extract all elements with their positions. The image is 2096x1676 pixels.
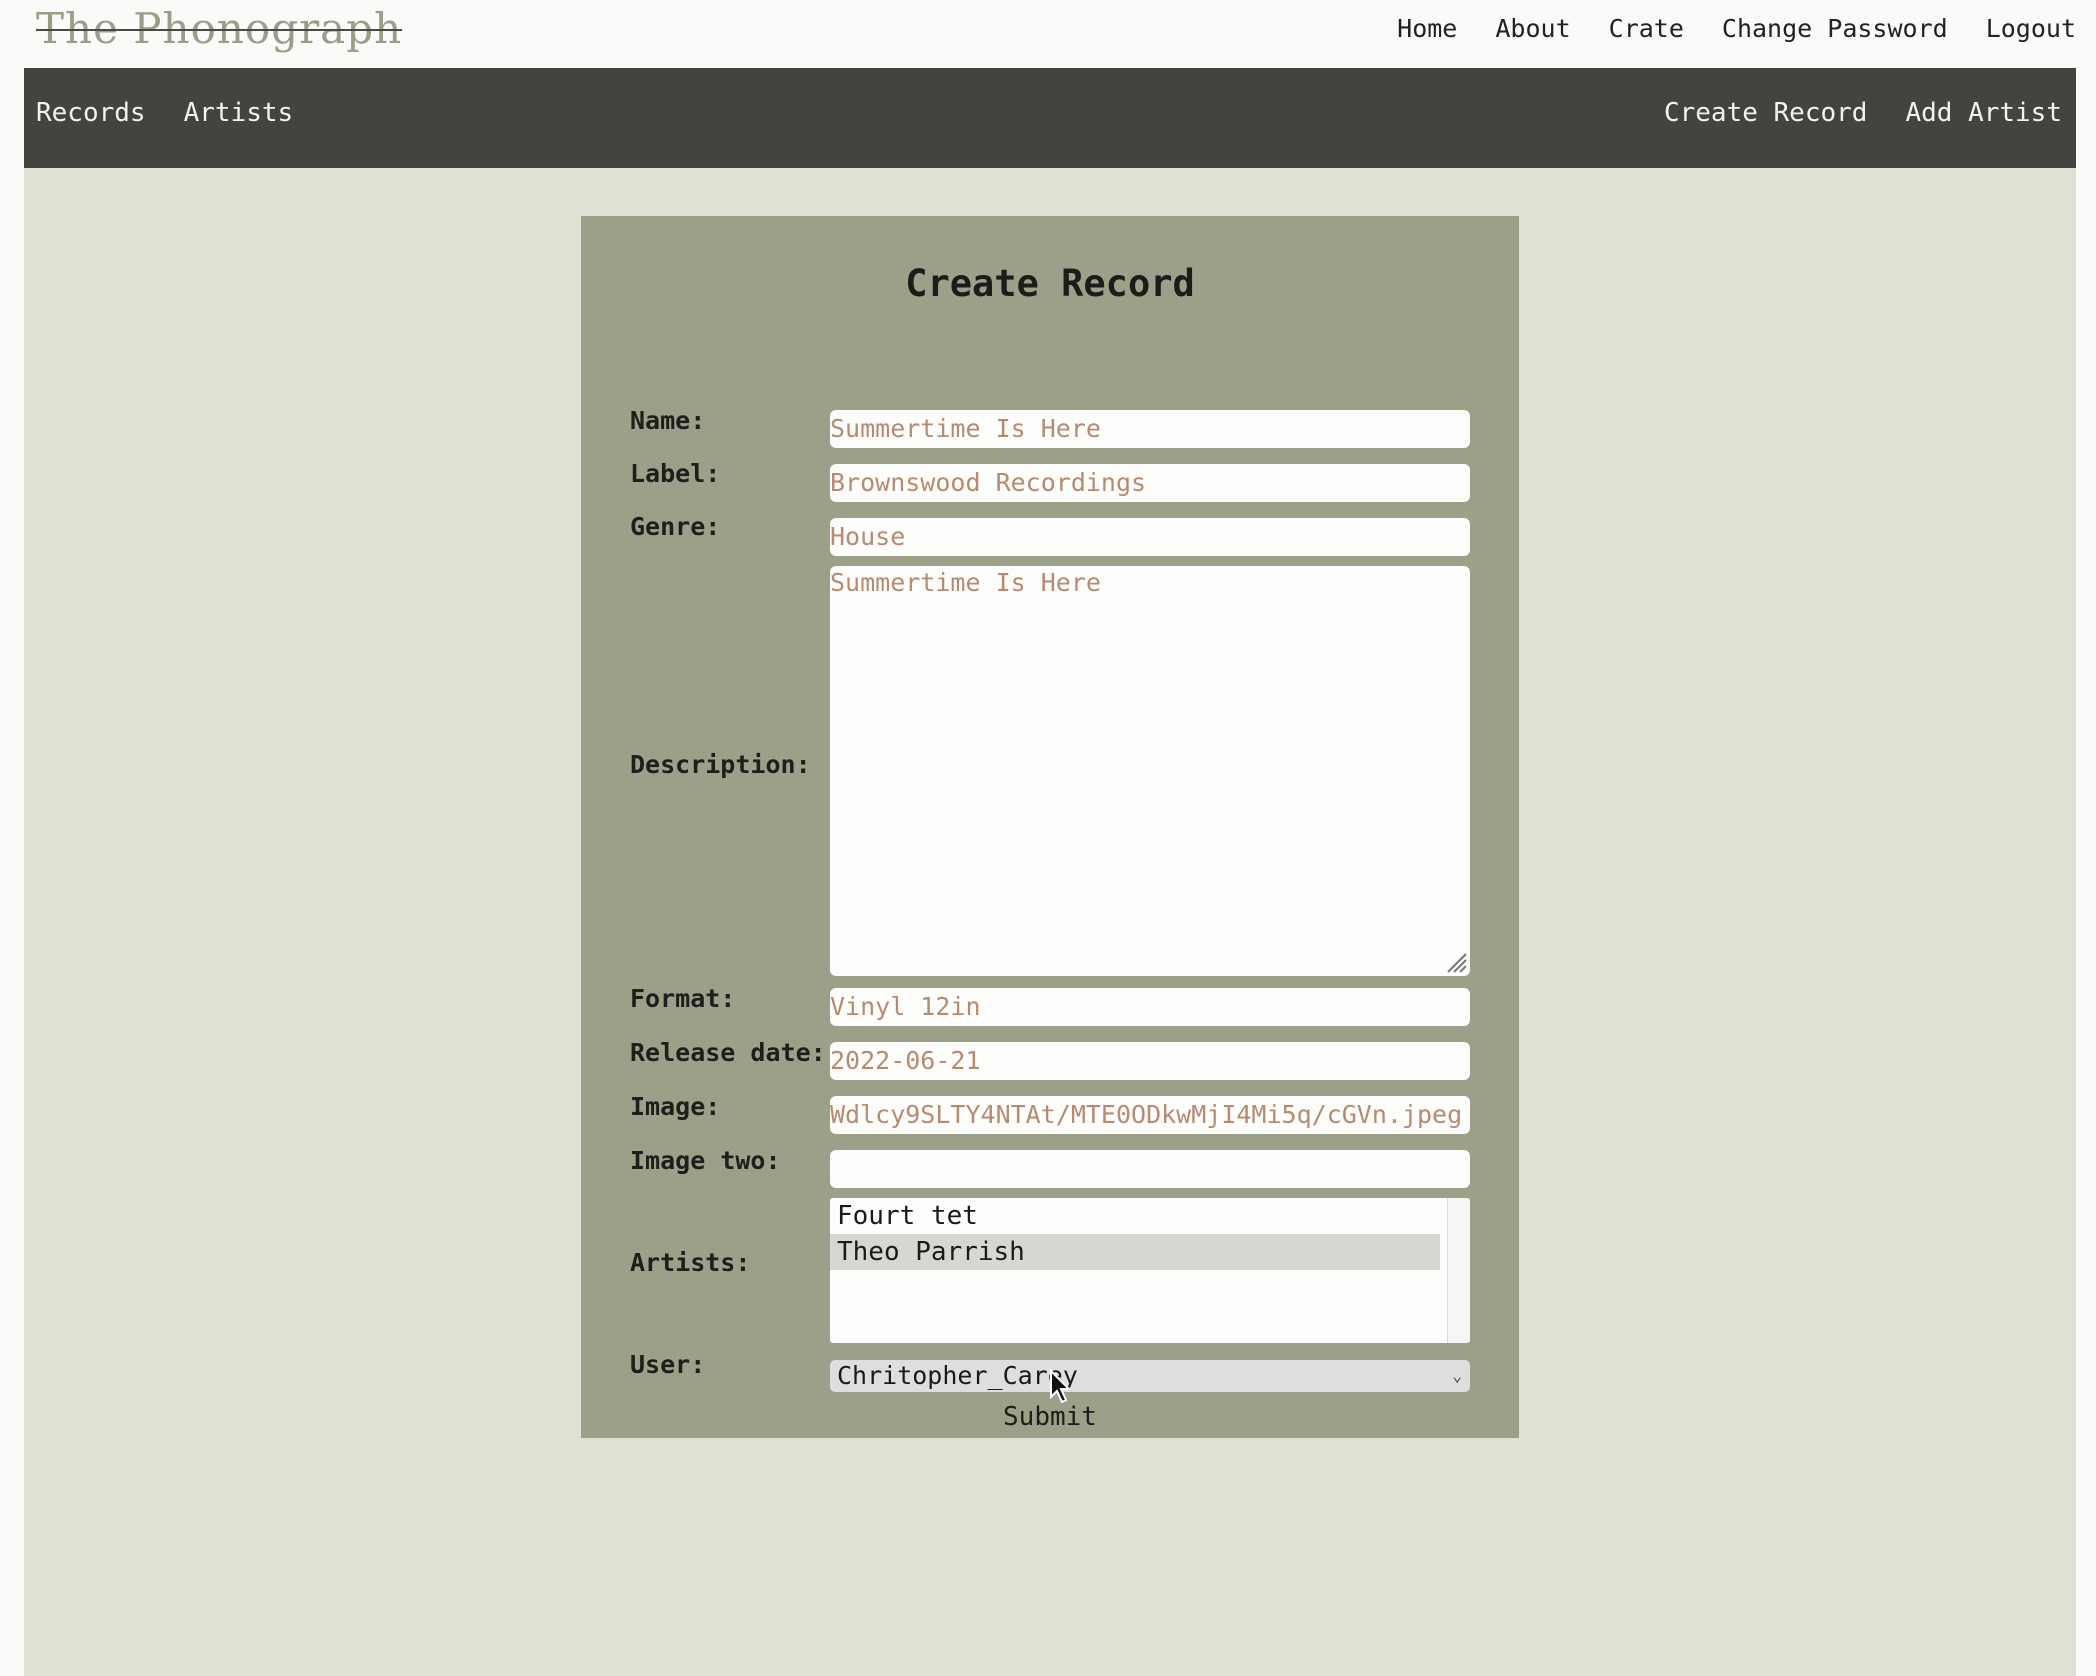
release-date-label: Release date: <box>630 1038 826 1067</box>
user-select[interactable]: Chritopher_Carey ⌄ <box>830 1360 1470 1392</box>
description-text: Summertime Is Here <box>830 568 1101 597</box>
release-date-input[interactable]: 2022-06-21 <box>830 1042 1470 1080</box>
navbar-left: Records Artists <box>36 98 293 128</box>
image-two-input[interactable] <box>830 1150 1470 1188</box>
top-links: Home About Crate Change Password Logout <box>1397 14 2076 43</box>
user-label: User: <box>630 1350 706 1379</box>
nav-add-artist-link[interactable]: Add Artist <box>1905 98 2062 128</box>
navbar-right: Create Record Add Artist <box>1664 98 2062 128</box>
artists-listbox[interactable]: Fourt tet Theo Parrish <box>830 1198 1470 1343</box>
genre-input[interactable]: House <box>830 518 1470 556</box>
top-header: The Phonograph Home About Crate Change P… <box>24 0 2076 68</box>
site-logo[interactable]: The Phonograph <box>36 4 402 53</box>
artist-option-fourt-tet[interactable]: Fourt tet <box>830 1198 1440 1234</box>
image-label: Image: <box>630 1092 721 1121</box>
name-input[interactable]: Summertime Is Here <box>830 410 1470 448</box>
mouse-cursor-icon <box>1050 1369 1072 1404</box>
label-label: Label: <box>630 459 721 488</box>
name-label: Name: <box>630 406 706 435</box>
create-record-form: Create Record Name: Summertime Is Here L… <box>581 216 1519 1438</box>
description-textarea[interactable]: Summertime Is Here <box>830 566 1470 976</box>
nav-artists-link[interactable]: Artists <box>184 98 294 128</box>
nav-crate-link[interactable]: Crate <box>1609 14 1684 43</box>
user-selected-value: Chritopher_Carey <box>837 1361 1078 1390</box>
chevron-down-icon: ⌄ <box>1452 1366 1462 1385</box>
image-input[interactable]: Wdlcy9SLTY4NTAt/MTE0ODkwMjI4Mi5q/cGVn.jp… <box>830 1096 1470 1134</box>
nav-change-password-link[interactable]: Change Password <box>1722 14 1948 43</box>
image-two-label: Image two: <box>630 1146 781 1175</box>
form-title: Create Record <box>905 262 1195 305</box>
genre-label: Genre: <box>630 512 721 541</box>
resize-grip-icon[interactable] <box>1444 950 1468 974</box>
label-input[interactable]: Brownswood Recordings <box>830 464 1470 502</box>
artist-option-theo-parrish[interactable]: Theo Parrish <box>830 1234 1440 1270</box>
format-input[interactable]: Vinyl 12in <box>830 988 1470 1026</box>
nav-create-record-link[interactable]: Create Record <box>1664 98 1868 128</box>
nav-logout-link[interactable]: Logout <box>1986 14 2076 43</box>
format-label: Format: <box>630 984 736 1013</box>
artists-label: Artists: <box>630 1248 751 1277</box>
secondary-navbar: Records Artists Create Record Add Artist <box>24 68 2076 168</box>
nav-home-link[interactable]: Home <box>1397 14 1457 43</box>
main-content: Create Record Name: Summertime Is Here L… <box>24 168 2076 1676</box>
nav-about-link[interactable]: About <box>1495 14 1570 43</box>
submit-button[interactable]: Submit <box>581 1402 1519 1432</box>
artists-scrollbar[interactable] <box>1447 1198 1470 1343</box>
description-label: Description: <box>630 750 811 779</box>
nav-records-link[interactable]: Records <box>36 98 146 128</box>
